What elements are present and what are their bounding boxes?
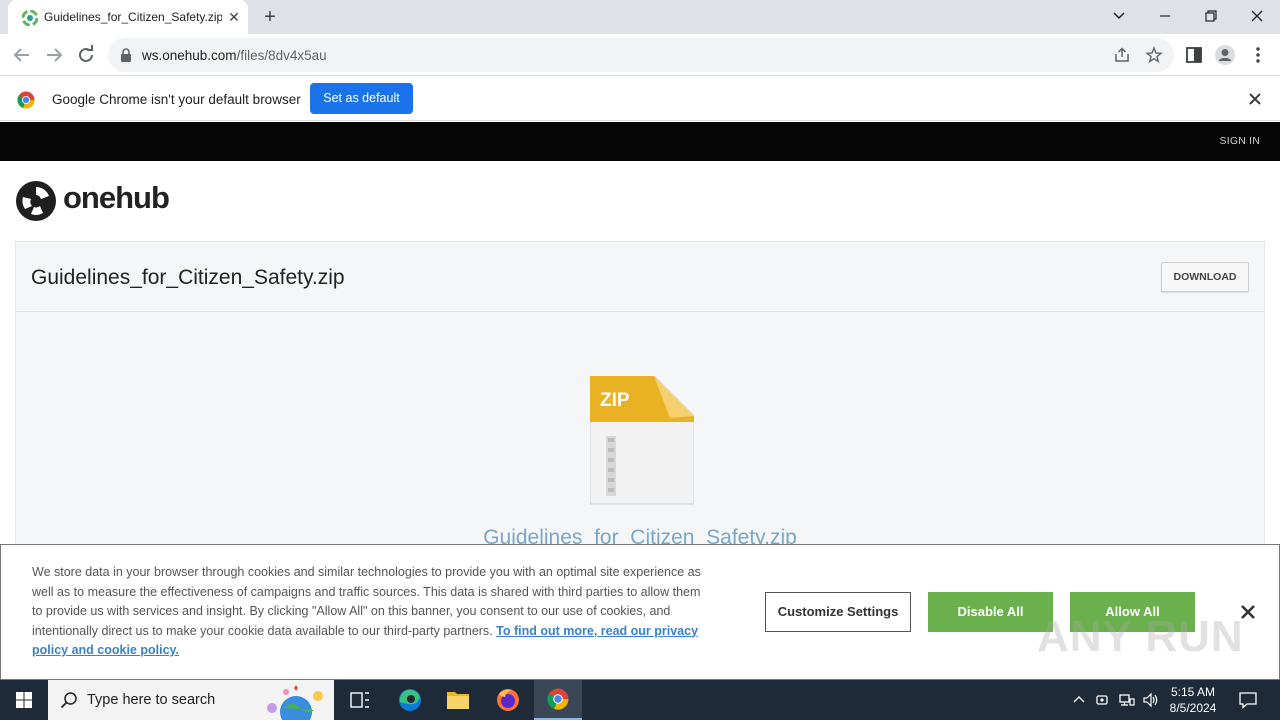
windows-taskbar: Type here to search 5:15 AM 8/5/2024 [0,680,1280,720]
tab-strip: Guidelines_for_Citizen_Safety.zip ✕ + [0,0,1280,34]
cookie-banner-text: We store data in your browser through co… [32,563,712,661]
tray-overflow-chevron-icon[interactable] [1070,691,1088,709]
logo-wordmark: onehub [63,180,170,215]
chrome-taskbar-icon[interactable] [534,680,582,720]
cookie-close-icon[interactable] [1238,602,1258,622]
infobar-close-icon[interactable] [1246,90,1264,108]
search-placeholder: Type here to search [87,692,216,708]
network-icon[interactable] [1118,691,1136,709]
tab-search-chevron-icon[interactable] [1106,4,1132,28]
firefox-icon[interactable] [484,680,532,720]
meet-now-icon[interactable] [1094,691,1112,709]
file-panel-header: Guidelines_for_Citizen_Safety.zip DOWNLO… [16,242,1264,312]
system-clock[interactable]: 5:15 AM 8/5/2024 [1160,684,1226,716]
task-view-icon[interactable] [336,680,384,720]
reload-icon[interactable] [74,43,98,67]
url-host: ws.onehub.com [142,48,237,63]
disable-all-button[interactable]: Disable All [928,592,1053,632]
download-button[interactable]: DOWNLOAD [1161,262,1249,292]
windows-start-icon[interactable] [0,680,48,720]
browser-toolbar: ws.onehub.com/files/8dv4x5au [0,34,1280,76]
restore-icon[interactable] [1198,4,1224,28]
back-icon[interactable] [10,43,34,67]
sign-in-link[interactable]: SIGN IN [1220,135,1261,147]
cookie-banner: We store data in your browser through co… [0,544,1280,680]
file-explorer-icon[interactable] [434,680,482,720]
customize-settings-button[interactable]: Customize Settings [765,592,911,632]
search-highlight-illustration-icon [267,685,323,720]
onehub-logo-mark-icon [16,181,56,221]
taskbar-search-box[interactable]: Type here to search [48,680,334,720]
profile-avatar-icon[interactable] [1214,44,1236,66]
allow-all-button[interactable]: Allow All [1070,592,1195,632]
search-icon [60,692,77,709]
share-icon[interactable] [1113,46,1131,64]
zip-icon-label: ZIP [600,390,630,411]
edge-browser-icon[interactable] [386,680,434,720]
minimize-icon[interactable] [1152,4,1178,28]
infobar-message: Google Chrome isn't your default browser [52,92,301,107]
onehub-logo[interactable]: onehub [15,180,185,222]
chrome-menu-icon[interactable] [1247,44,1269,66]
lock-icon[interactable] [120,48,132,62]
side-panel-icon[interactable] [1183,44,1205,66]
clock-date: 8/5/2024 [1169,701,1217,715]
url-path: /files/8dv4x5au [236,48,327,63]
chrome-logo-icon [17,91,35,109]
new-tab-icon[interactable]: + [259,6,281,28]
forward-icon[interactable] [42,43,66,67]
close-window-icon[interactable] [1244,4,1270,28]
file-title: Guidelines_for_Citizen_Safety.zip [31,266,345,289]
site-top-bar: SIGN IN [0,122,1280,161]
tab-title: Guidelines_for_Citizen_Safety.zip [44,10,222,24]
url-text: ws.onehub.com/files/8dv4x5au [142,48,327,63]
volume-icon[interactable] [1142,691,1160,709]
set-as-default-button[interactable]: Set as default [310,83,413,114]
tab-close-icon[interactable]: ✕ [226,9,242,25]
bookmark-star-icon[interactable] [1145,46,1163,64]
address-bar[interactable]: ws.onehub.com/files/8dv4x5au [108,38,1174,72]
zip-file-icon: ZIP [590,376,694,505]
browser-tab[interactable]: Guidelines_for_Citizen_Safety.zip ✕ [8,0,248,34]
clock-time: 5:15 AM [1170,685,1216,699]
onehub-favicon-icon [22,10,38,26]
default-browser-infobar: Google Chrome isn't your default browser… [0,77,1280,121]
notification-center-icon[interactable] [1238,690,1258,710]
